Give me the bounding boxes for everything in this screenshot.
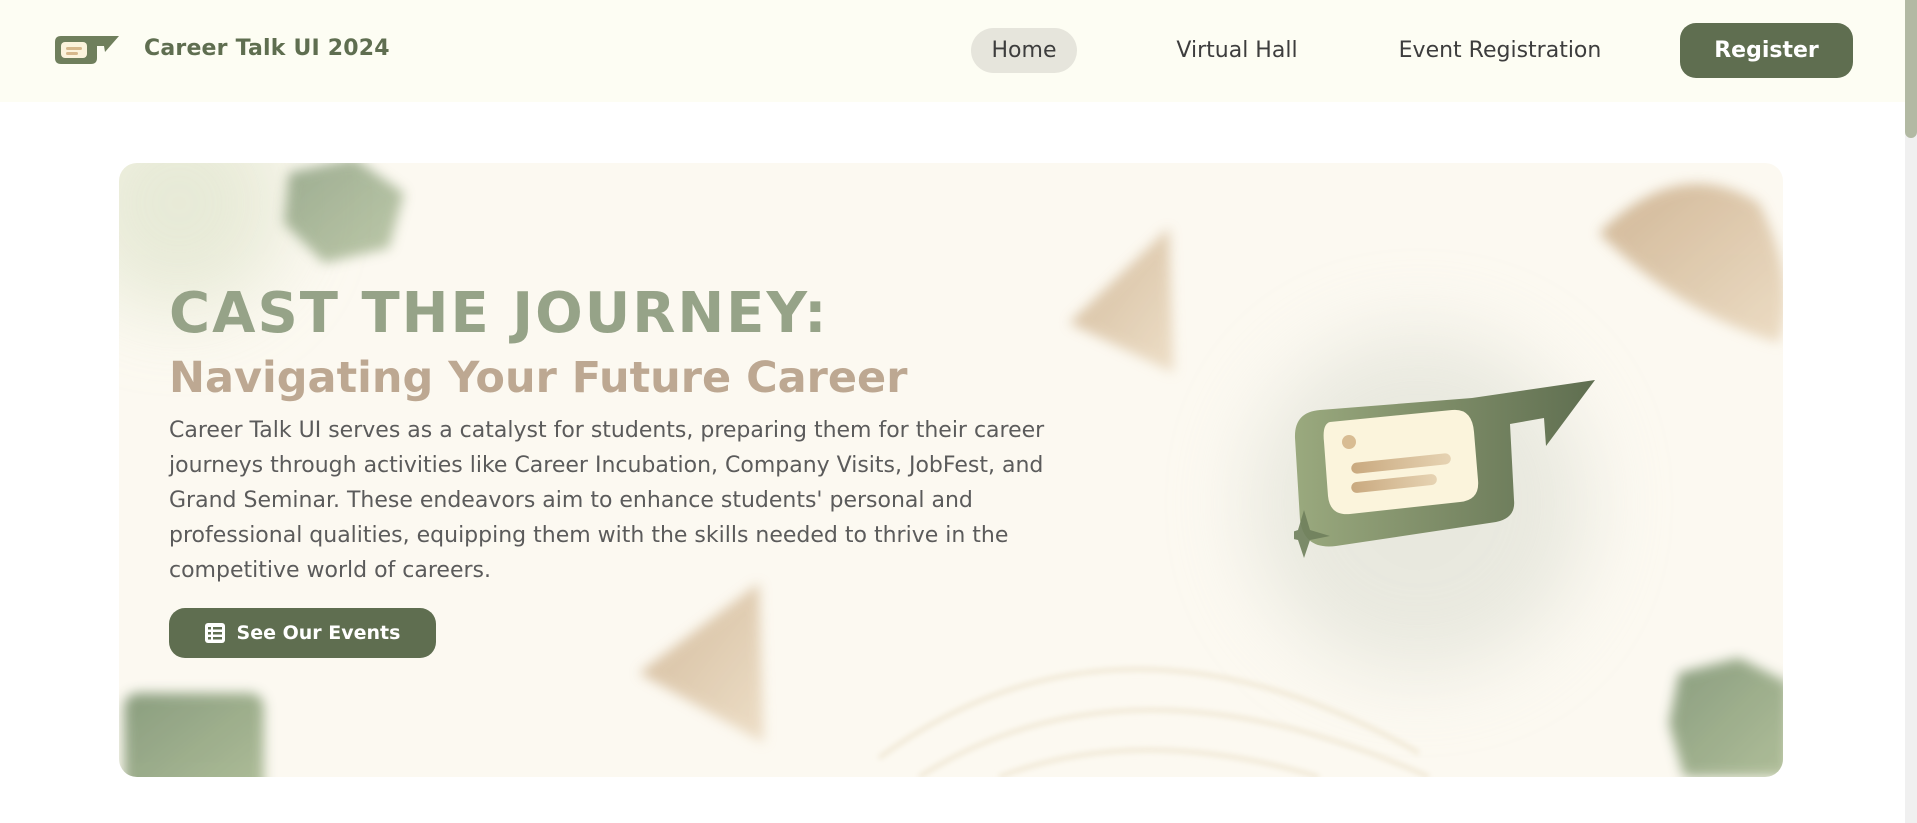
chat-bubble-logo-icon	[1294, 380, 1595, 558]
nav-virtual-hall[interactable]: Virtual Hall	[1162, 28, 1312, 73]
scrollbar-thumb[interactable]	[1905, 0, 1917, 138]
see-events-button[interactable]: See Our Events	[169, 608, 436, 658]
register-button[interactable]: Register	[1680, 23, 1853, 78]
hero-title: CAST THE JOURNEY:	[169, 281, 829, 346]
hero-subtitle: Navigating Your Future Career	[169, 353, 908, 403]
brand-name[interactable]: Career Talk UI 2024	[144, 36, 390, 61]
list-icon	[204, 623, 225, 643]
see-events-label: See Our Events	[236, 622, 401, 644]
nav-home[interactable]: Home	[971, 28, 1077, 73]
brand-logo-icon[interactable]	[53, 34, 121, 68]
nav-event-registration[interactable]: Event Registration	[1384, 28, 1616, 73]
navbar: Career Talk UI 2024 Home Virtual Hall Ev…	[0, 0, 1905, 102]
hero-banner: CAST THE JOURNEY: Navigating Your Future…	[119, 163, 1783, 777]
hero-description: Career Talk UI serves as a catalyst for …	[169, 418, 1045, 583]
